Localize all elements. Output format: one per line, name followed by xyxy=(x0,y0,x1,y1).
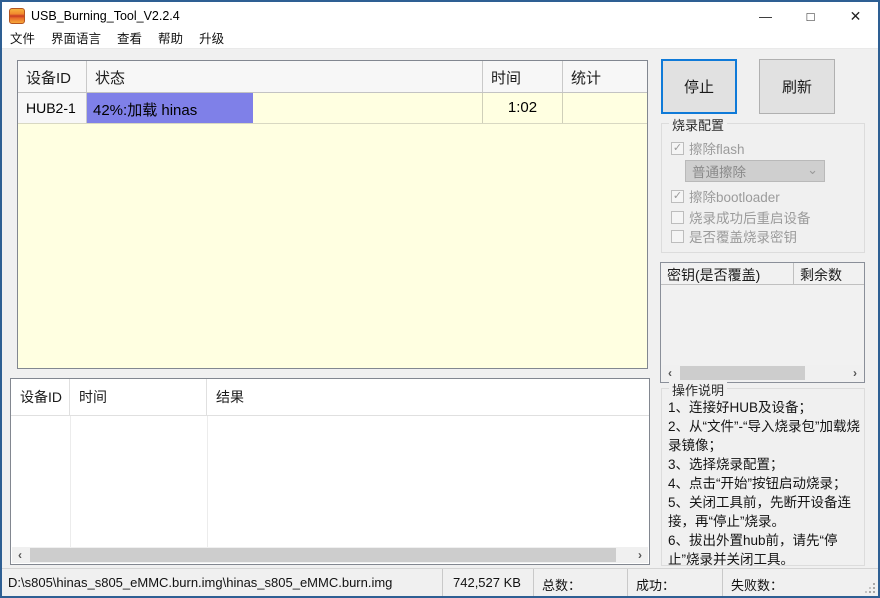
stop-button[interactable]: 停止 xyxy=(661,59,737,114)
column-header-stats[interactable]: 统计 xyxy=(563,61,647,92)
device-row[interactable]: HUB2-1 42%:加载 hinas 1:02 xyxy=(18,93,647,124)
menu-item-view[interactable]: 查看 xyxy=(109,30,150,49)
refresh-button[interactable]: 刷新 xyxy=(759,59,835,114)
reboot-after-success-checkbox[interactable]: ✓ 烧录成功后重启设备 xyxy=(671,207,811,227)
column-header-remaining[interactable]: 剩余数 xyxy=(794,263,864,284)
fail-count-label: 失败数： xyxy=(722,569,878,597)
result-table: 设备ID 时间 结果 ‹ › xyxy=(10,378,650,565)
key-table-horizontal-scrollbar[interactable]: ‹ › xyxy=(662,365,863,381)
instructions-title: 操作说明 xyxy=(669,380,727,399)
device-table: 设备ID 状态 时间 统计 HUB2-1 42%:加载 hinas 1:02 xyxy=(17,60,648,369)
minimize-icon[interactable]: — xyxy=(743,2,788,30)
resize-grip-icon[interactable] xyxy=(864,582,876,594)
success-count-label: 成功： xyxy=(627,569,722,597)
column-header-device-id[interactable]: 设备ID xyxy=(18,61,87,92)
menu-item-language[interactable]: 界面语言 xyxy=(43,30,109,49)
menu-item-help[interactable]: 帮助 xyxy=(150,30,191,49)
erase-mode-value: 普通擦除 xyxy=(692,161,746,181)
instruction-line: 5、关闭工具前，先断开设备连接，再“停止”烧录。 xyxy=(668,493,861,531)
burn-config-title: 烧录配置 xyxy=(669,115,727,134)
key-table-header: 密钥(是否覆盖) 剩余数 xyxy=(661,263,864,285)
erase-mode-select[interactable]: 普通擦除 ⌄ xyxy=(685,160,825,182)
app-window: USB_Burning_Tool_V2.2.4 — □ ✕ 文件 界面语言 查看… xyxy=(0,0,880,598)
column-header-result[interactable]: 结果 xyxy=(207,379,649,415)
result-table-body xyxy=(11,416,649,547)
scrollbar-thumb[interactable] xyxy=(30,548,616,562)
checkbox-icon: ✓ xyxy=(671,142,684,155)
instruction-line: 6、拔出外置hub前，请先“停止”烧录并关闭工具。 xyxy=(668,531,861,569)
erase-bootloader-checkbox[interactable]: ✓ 擦除bootloader xyxy=(671,186,780,206)
close-icon[interactable]: ✕ xyxy=(833,2,878,30)
result-table-horizontal-scrollbar[interactable]: ‹ › xyxy=(12,547,648,563)
instruction-line: 4、点击“开始”按钮启动烧录； xyxy=(668,474,861,493)
stats-cell xyxy=(563,93,647,123)
maximize-icon[interactable]: □ xyxy=(788,2,833,30)
checkbox-icon: ✓ xyxy=(671,190,684,203)
checkbox-icon: ✓ xyxy=(671,211,684,224)
overwrite-burn-key-label: 是否覆盖烧录密钥 xyxy=(689,226,797,246)
app-icon xyxy=(9,8,25,24)
erase-flash-label: 擦除flash xyxy=(689,138,745,158)
instruction-line: 1、连接好HUB及设备； xyxy=(668,398,861,417)
scroll-right-icon[interactable]: › xyxy=(632,547,648,563)
device-id-cell: HUB2-1 xyxy=(18,93,87,123)
scroll-left-icon[interactable]: ‹ xyxy=(12,547,28,563)
key-table: 密钥(是否覆盖) 剩余数 ‹ › xyxy=(660,262,865,383)
column-divider xyxy=(70,416,71,547)
window-controls: — □ ✕ xyxy=(743,2,878,30)
column-header-time[interactable]: 时间 xyxy=(483,61,563,92)
scroll-left-icon[interactable]: ‹ xyxy=(662,365,678,381)
title-bar: USB_Burning_Tool_V2.2.4 — □ ✕ xyxy=(2,2,878,30)
status-text: 42%:加载 hinas xyxy=(87,93,197,120)
file-size: 742,527 KB xyxy=(442,569,533,597)
status-cell: 42%:加载 hinas xyxy=(87,93,483,123)
chevron-down-icon: ⌄ xyxy=(807,162,818,178)
time-cell: 1:02 xyxy=(483,93,563,123)
instruction-line: 3、选择烧录配置； xyxy=(668,455,861,474)
result-table-header: 设备ID 时间 结果 xyxy=(11,379,649,416)
reboot-after-success-label: 烧录成功后重启设备 xyxy=(689,207,811,227)
scrollbar-track[interactable] xyxy=(678,365,847,381)
menu-bar: 文件 界面语言 查看 帮助 升级 xyxy=(2,30,878,49)
scrollbar-track[interactable] xyxy=(28,547,632,563)
column-divider xyxy=(207,416,208,547)
menu-item-upgrade[interactable]: 升级 xyxy=(191,30,232,49)
column-header-key[interactable]: 密钥(是否覆盖) xyxy=(661,263,794,284)
window-title: USB_Burning_Tool_V2.2.4 xyxy=(31,9,180,23)
total-count-label: 总数： xyxy=(533,569,627,597)
column-header-status[interactable]: 状态 xyxy=(87,61,483,92)
column-header-result-time[interactable]: 时间 xyxy=(70,379,207,415)
status-bar: D:\s805\hinas_s805_eMMC.burn.img\hinas_s… xyxy=(2,568,878,596)
overwrite-burn-key-checkbox[interactable]: ✓ 是否覆盖烧录密钥 xyxy=(671,226,797,246)
erase-flash-checkbox[interactable]: ✓ 擦除flash xyxy=(671,138,745,158)
file-path: D:\s805\hinas_s805_eMMC.burn.img\hinas_s… xyxy=(2,569,442,597)
menu-item-file[interactable]: 文件 xyxy=(2,30,43,49)
instructions-group: 操作说明 1、连接好HUB及设备； 2、从“文件”-“导入烧录包”加载烧录镜像；… xyxy=(661,388,865,566)
instruction-line: 2、从“文件”-“导入烧录包”加载烧录镜像； xyxy=(668,417,861,455)
burn-config-group: 烧录配置 ✓ 擦除flash 普通擦除 ⌄ ✓ 擦除bootloader ✓ 烧… xyxy=(661,123,865,253)
scrollbar-thumb[interactable] xyxy=(680,366,805,380)
checkbox-icon: ✓ xyxy=(671,230,684,243)
column-header-result-device-id[interactable]: 设备ID xyxy=(11,379,70,415)
device-table-header: 设备ID 状态 时间 统计 xyxy=(18,61,647,93)
instructions-text: 1、连接好HUB及设备； 2、从“文件”-“导入烧录包”加载烧录镜像； 3、选择… xyxy=(668,398,861,569)
scroll-right-icon[interactable]: › xyxy=(847,365,863,381)
erase-bootloader-label: 擦除bootloader xyxy=(689,186,780,206)
